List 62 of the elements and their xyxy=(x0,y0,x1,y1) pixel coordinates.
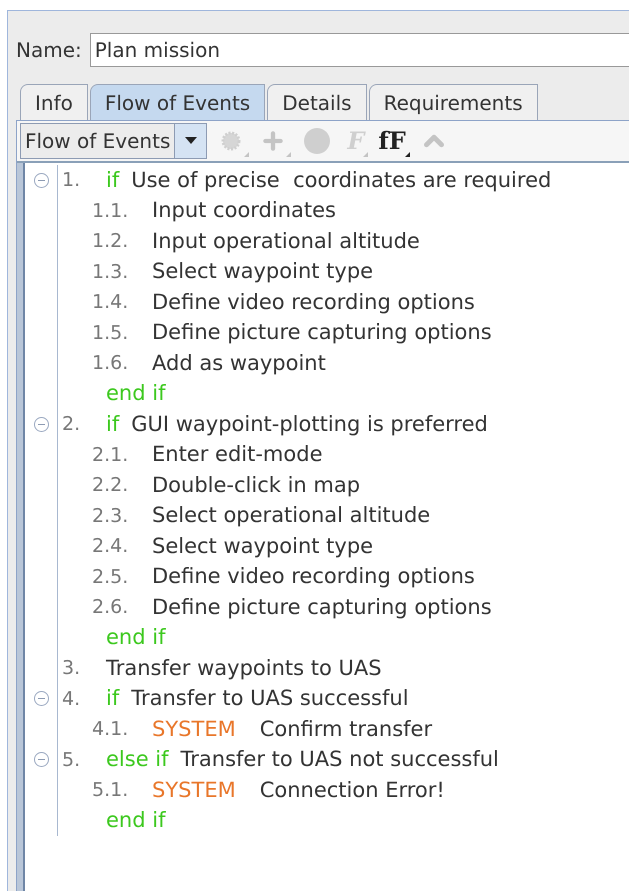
step-number: 3. xyxy=(62,656,82,681)
step-text: Connection Error! xyxy=(260,776,445,804)
collapse-toggle[interactable] xyxy=(34,416,48,432)
tab[interactable]: Flow of Events xyxy=(90,84,266,120)
step-text: Select waypoint type xyxy=(152,258,374,285)
step-text: Enter edit-mode xyxy=(152,441,322,468)
step-text: Define picture capturing options xyxy=(152,319,492,346)
name-field[interactable]: Plan mission xyxy=(90,33,629,67)
step-number: 5. xyxy=(62,748,82,772)
gear-icon xyxy=(220,130,242,152)
step-text: Transfer to UAS successful xyxy=(131,685,409,712)
step-number: 1. xyxy=(62,168,82,193)
step-number: 1.3. xyxy=(92,260,130,284)
step-text: Select operational altitude xyxy=(152,502,430,529)
head-icon xyxy=(302,127,332,155)
step-number: 4. xyxy=(62,686,82,712)
tab[interactable]: Requirements xyxy=(368,84,538,120)
step-number: 1.6. xyxy=(92,351,130,376)
collapse-toggle[interactable] xyxy=(34,172,48,188)
end-keyword: end if xyxy=(106,624,166,651)
step-keyword: if xyxy=(106,410,120,438)
step-text: Transfer waypoints to UAS xyxy=(106,654,382,682)
step-number: 1.1. xyxy=(92,198,130,224)
step-number: 1.5. xyxy=(92,320,130,346)
collapse-toggle[interactable] xyxy=(34,691,48,706)
step-number: 2.4. xyxy=(92,534,130,559)
step-number: 2.6. xyxy=(92,595,130,620)
format-button[interactable]: fF xyxy=(374,125,410,157)
tab[interactable]: Details xyxy=(267,84,367,120)
step-number: 2.3. xyxy=(92,504,130,528)
step-text: Input operational altitude xyxy=(152,228,420,254)
step-number: 5.1. xyxy=(92,778,130,803)
step-keyword: if xyxy=(106,166,120,194)
step-number: 2. xyxy=(62,412,82,437)
step-text: Select waypoint type xyxy=(152,532,374,560)
step-number: 2.2. xyxy=(92,473,130,498)
step-text: Define video recording options xyxy=(152,563,475,590)
step-actor: SYSTEM xyxy=(152,716,236,742)
step-keyword: else if xyxy=(106,746,169,773)
name-label: Name: xyxy=(16,37,82,64)
step-text: Define picture capturing options xyxy=(152,594,492,620)
step-actor: SYSTEM xyxy=(152,776,236,804)
step-number: 4.1. xyxy=(92,717,130,742)
end-keyword: end if xyxy=(106,380,166,407)
collapse-toggle[interactable] xyxy=(34,752,48,768)
step-text: Add as waypoint xyxy=(152,350,326,376)
caret-icon xyxy=(184,137,197,145)
view-dropdown[interactable]: Flow of Events xyxy=(20,123,208,159)
step-number: 1.4. xyxy=(92,290,130,315)
step-text: GUI waypoint-plotting is preferred xyxy=(131,410,488,438)
step-text: Double-click in map xyxy=(152,472,360,498)
end-keyword: end if xyxy=(106,807,166,834)
step-keyword: if xyxy=(106,685,120,712)
step-number: 1.2. xyxy=(92,229,130,254)
tab[interactable]: Info xyxy=(20,84,88,120)
step-text: Confirm transfer xyxy=(260,716,432,742)
step-text: Transfer to UAS not successful xyxy=(180,746,499,773)
step-text: Define video recording options xyxy=(152,288,475,316)
step-text: Input coordinates xyxy=(152,197,336,224)
step-number: 2.5. xyxy=(92,564,130,590)
step-number: 2.1. xyxy=(92,442,130,468)
step-text: Use of precise coordinates are required xyxy=(131,166,552,194)
